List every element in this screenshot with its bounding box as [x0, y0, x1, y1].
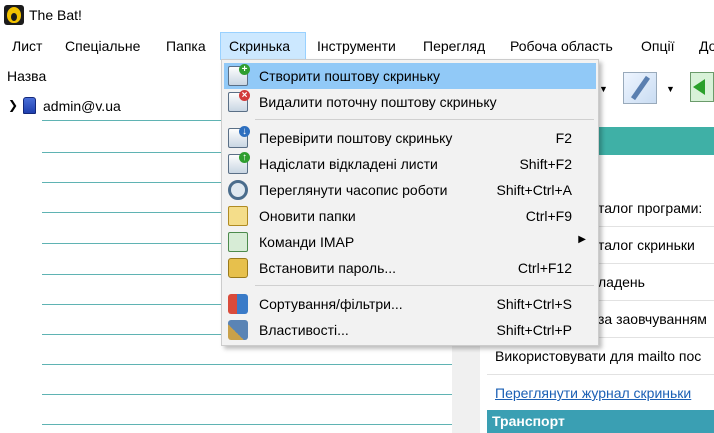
tree-line — [42, 394, 452, 395]
expand-chevron-icon[interactable]: ❯ — [8, 98, 18, 112]
tree-line — [42, 424, 452, 425]
menu-set-password[interactable]: Встановити пароль... Ctrl+F12 — [224, 255, 596, 281]
menu-mailbox[interactable]: Скринька — [220, 32, 306, 60]
mailbox-delete-icon: × — [228, 90, 250, 112]
menu-send-queued[interactable]: ↑ Надіслати відкладені листи Shift+F2 — [224, 151, 596, 177]
default-label: за заовчуванням — [598, 311, 707, 327]
check-mail-icon: ↓ — [228, 126, 250, 148]
menu-sort-filters[interactable]: Сортування/фільтри... Shift+Ctrl+S — [224, 291, 596, 317]
menu-lyst[interactable]: Лист — [4, 32, 50, 60]
mailbox-dir-label: талог скриньки — [598, 237, 695, 253]
menu-imap-commands[interactable]: Команди IMAP ▶ — [224, 229, 596, 255]
window-title: The Bat! — [29, 7, 82, 23]
row-divider — [487, 374, 714, 375]
menu-view[interactable]: Перегляд — [415, 32, 493, 60]
mailbox-menu-dropdown: + Створити поштову скриньку × Видалити п… — [221, 59, 599, 346]
menu-options[interactable]: Опції — [633, 32, 683, 60]
menu-folder[interactable]: Папка — [158, 32, 214, 60]
mailto-label: Використовувати для mailto пос — [495, 348, 702, 364]
menu-bar: Лист Спеціальне Папка Скринька Інструмен… — [0, 32, 714, 60]
submenu-arrow-icon: ▶ — [578, 234, 586, 245]
menu-delete-mailbox[interactable]: × Видалити поточну поштову скриньку — [224, 89, 596, 115]
mailbox-add-icon: + — [228, 64, 250, 86]
menu-workspace[interactable]: Робоча область — [502, 32, 621, 60]
menu-view-log[interactable]: Переглянути часопис роботи Shift+Ctrl+A — [224, 177, 596, 203]
menu-special[interactable]: Спеціальне — [57, 32, 148, 60]
view-log-link[interactable]: Переглянути журнал скриньки — [495, 385, 691, 401]
menu-check-mailbox[interactable]: ↓ Перевірити поштову скриньку F2 — [224, 125, 596, 151]
sort-filters-icon — [228, 294, 248, 314]
settings-label: ладень — [598, 274, 645, 290]
title-bar: The Bat! — [0, 0, 714, 32]
lock-icon — [228, 258, 248, 278]
toolbar-dropdown-arrow-icon[interactable]: ▼ — [599, 84, 608, 94]
menu-create-mailbox[interactable]: + Створити поштову скриньку — [224, 63, 596, 89]
menu-refresh-folders[interactable]: Оновити папки Ctrl+F9 — [224, 203, 596, 229]
refresh-folders-icon — [228, 206, 248, 226]
account-label: admin@v.ua — [43, 98, 121, 114]
menu-tools[interactable]: Інструменти — [309, 32, 404, 60]
column-header-name[interactable]: Назва — [7, 68, 46, 84]
compose-quill-icon[interactable] — [623, 72, 657, 104]
properties-icon — [228, 320, 248, 340]
menu-more[interactable]: До — [691, 32, 714, 60]
menu-properties[interactable]: Властивості... Shift+Ctrl+P — [224, 317, 596, 343]
menu-separator — [255, 119, 594, 120]
reply-arrow-icon[interactable] — [690, 72, 714, 102]
mailbox-icon — [23, 97, 36, 114]
transport-section-header: Транспорт — [487, 410, 714, 433]
compose-dropdown-arrow-icon[interactable]: ▼ — [666, 84, 675, 94]
program-dir-label: талог програми: — [598, 200, 703, 216]
imap-icon — [228, 232, 248, 252]
the-bat-logo-icon — [4, 5, 24, 25]
send-queued-icon: ↑ — [228, 152, 250, 174]
tree-line — [42, 364, 452, 365]
log-icon — [228, 180, 248, 200]
menu-separator — [255, 285, 594, 286]
